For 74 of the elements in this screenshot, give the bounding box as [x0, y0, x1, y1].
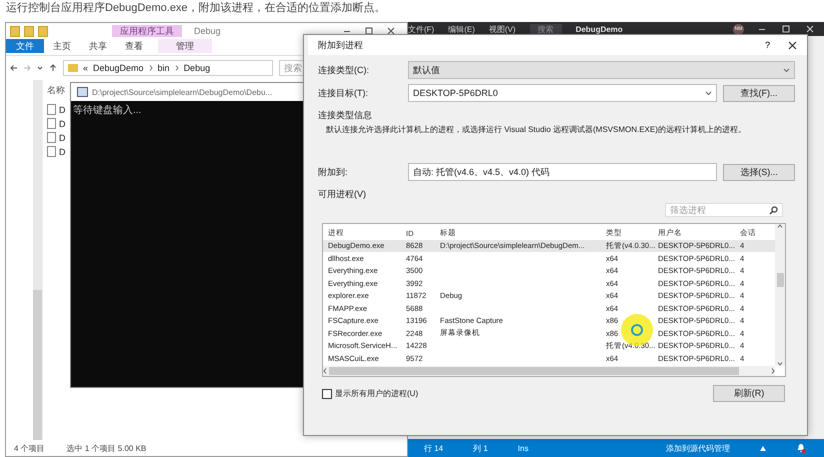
dialog-button[interactable]: 选择(S)...	[723, 164, 795, 180]
section-title: 连接类型信息	[318, 109, 373, 122]
caption-text: 运行控制台应用程序DebugDemo.exe，附加该进程，在合适的位置添加断点。	[6, 0, 386, 15]
scroll-right-icon[interactable]	[771, 368, 775, 374]
scroll-up-icon[interactable]	[777, 224, 783, 228]
path-segment[interactable]: bin	[158, 63, 170, 73]
search-field[interactable]: 搜索	[530, 24, 562, 34]
status-text: 4 个项目	[14, 442, 45, 454]
address-bar[interactable]: « DebugDemo bin Debug	[63, 60, 273, 76]
console-icon	[77, 87, 88, 97]
checkbox-label[interactable]: 显示所有用户的进程(U)	[335, 388, 418, 399]
ribbon-tab[interactable]: 共享	[80, 39, 116, 53]
window-title: Debug	[194, 26, 221, 36]
chevron-icon	[174, 65, 179, 71]
file-name[interactable]: D	[59, 118, 66, 128]
status-text: 列 1	[473, 442, 488, 454]
scrollbar[interactable]	[323, 366, 775, 376]
dropdown[interactable]: 自动: 托管(v4.6、v4.5、v4.0) 代码	[408, 163, 717, 181]
field-label: 附加到:	[318, 166, 349, 178]
chevron-icon	[783, 68, 790, 72]
status-text: 行 14	[424, 442, 444, 454]
column-header[interactable]: 名称	[47, 84, 66, 97]
source-control-button[interactable]: 添加到源代码管理	[666, 442, 730, 454]
status-text: 选中 1 个项目 5.00 KB	[66, 442, 146, 454]
file-name[interactable]: D	[59, 132, 66, 142]
file-icon	[47, 146, 56, 157]
scroll-left-icon[interactable]	[323, 368, 327, 374]
path-segment[interactable]: Debug	[184, 63, 210, 73]
console-output: 等待键盘输入...	[72, 104, 142, 118]
file-name[interactable]: D	[59, 146, 66, 156]
chevron-icon	[148, 65, 153, 71]
dialog-button[interactable]: 查找(F)...	[723, 84, 795, 102]
ribbon-tab[interactable]: 管理	[158, 39, 212, 53]
checkbox[interactable]	[322, 388, 332, 398]
search-icon[interactable]	[769, 206, 778, 214]
ribbon-tab[interactable]: 主页	[44, 39, 80, 53]
dropdown[interactable]: 默认值	[408, 61, 795, 79]
window-title: D:\project\Source\simplelearn\DebugDemo\Debu...	[92, 88, 272, 96]
chevron-icon[interactable]	[36, 64, 44, 72]
menu-item[interactable]: 编辑(E)	[448, 24, 475, 34]
chevron-icon	[705, 90, 712, 96]
file-icon	[47, 132, 56, 143]
scrollbar[interactable]	[775, 224, 785, 366]
scroll-thumb[interactable]	[776, 273, 784, 287]
up-arrow-icon[interactable]	[49, 64, 57, 72]
back-arrow-icon[interactable]	[10, 64, 18, 72]
section-title: 可用进程(V)	[318, 188, 367, 201]
ribbon-tab[interactable]: 查看	[116, 39, 152, 53]
folder-icon	[68, 64, 78, 72]
field-label: 连接目标(T):	[318, 86, 369, 100]
maximize-icon[interactable]	[365, 27, 373, 35]
scroll-down-icon[interactable]	[777, 362, 783, 366]
path-overflow[interactable]: «	[83, 63, 88, 73]
menu-item[interactable]: 视图(V)	[488, 24, 516, 34]
path-segment[interactable]: DebugDemo	[93, 63, 144, 73]
close-icon[interactable]	[788, 40, 797, 50]
dialog-title: 附加到进程	[318, 38, 363, 52]
info-text: 默认连接允许选择此计算机上的进程，或选择运行 Visual Studio 远程调试器(MSVSMON.EXE)的远程计算机上的进程。	[326, 124, 747, 135]
close-icon[interactable]	[387, 27, 395, 35]
help-button[interactable]: ?	[764, 40, 770, 50]
caret-icon[interactable]	[760, 446, 766, 450]
file-icon	[47, 118, 56, 129]
file-icon	[47, 104, 56, 115]
field-label: 连接类型(C):	[318, 64, 370, 76]
bell-icon[interactable]	[796, 443, 806, 453]
menu-item[interactable]: 文件(F)	[408, 24, 434, 34]
window-title: DebugDemo	[576, 24, 623, 34]
scrollbar[interactable]	[33, 80, 42, 440]
dropdown[interactable]: DESKTOP-5P6DRL0	[408, 84, 717, 102]
ribbon-tab[interactable]: 文件	[6, 39, 44, 53]
status-text: Ins	[518, 444, 528, 452]
context-tab[interactable]: 应用程序工具	[112, 25, 182, 37]
refresh-button[interactable]: 刷新(R)	[713, 385, 785, 402]
file-name[interactable]: D	[59, 104, 66, 114]
